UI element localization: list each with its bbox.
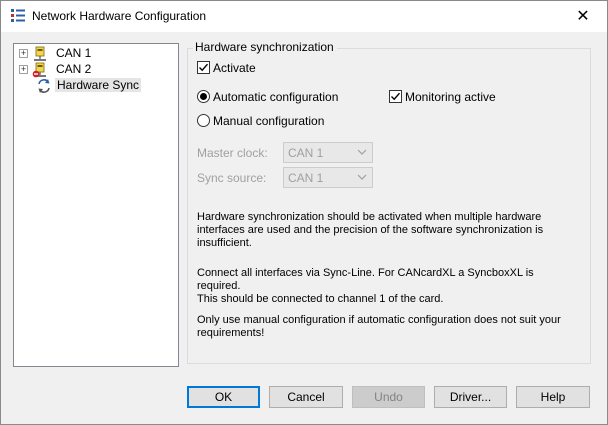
checkmark-icon bbox=[391, 92, 401, 101]
checkmark-icon bbox=[199, 63, 209, 72]
sync-source-value: CAN 1 bbox=[288, 171, 324, 185]
group-title: Hardware synchronization bbox=[193, 40, 337, 54]
monitoring-active-label[interactable]: Monitoring active bbox=[405, 90, 496, 104]
undo-button[interactable]: Undo bbox=[352, 386, 425, 408]
close-icon: ✕ bbox=[576, 8, 590, 25]
dialog-window: Network Hardware Configuration ✕ + CAN 1… bbox=[0, 0, 608, 425]
info-paragraph-1: Hardware synchronization should be activ… bbox=[197, 211, 544, 249]
tree-item-can1[interactable]: CAN 1 bbox=[56, 46, 91, 60]
help-button[interactable]: Help bbox=[516, 386, 590, 408]
master-clock-label: Master clock: bbox=[197, 146, 268, 160]
tree-item-can2[interactable]: CAN 2 bbox=[56, 62, 91, 76]
activate-checkbox[interactable] bbox=[197, 61, 210, 74]
automatic-config-label[interactable]: Automatic configuration bbox=[213, 90, 338, 104]
monitoring-active-checkbox[interactable] bbox=[389, 90, 402, 103]
ok-button[interactable]: OK bbox=[187, 386, 260, 408]
radio-selected-dot bbox=[200, 93, 207, 100]
info-paragraph-3: Only use manual configuration if automat… bbox=[197, 314, 561, 339]
master-clock-select[interactable]: CAN 1 bbox=[283, 142, 373, 163]
window-title: Network Hardware Configuration bbox=[32, 9, 207, 23]
expand-can2-toggle[interactable]: + bbox=[19, 65, 28, 74]
sync-source-label: Sync source: bbox=[197, 171, 267, 185]
can-channel-disconnected-icon bbox=[32, 62, 46, 78]
channel-tree[interactable]: + CAN 1 + CAN 2 Hardware Sync bbox=[13, 43, 179, 367]
network-config-icon bbox=[11, 9, 25, 22]
chevron-down-icon bbox=[357, 149, 367, 155]
activate-label[interactable]: Activate bbox=[213, 61, 256, 75]
automatic-config-radio[interactable] bbox=[197, 90, 210, 103]
manual-config-radio[interactable] bbox=[197, 114, 210, 127]
title-bar: Network Hardware Configuration ✕ bbox=[1, 1, 607, 32]
driver-button[interactable]: Driver... bbox=[434, 386, 507, 408]
close-button[interactable]: ✕ bbox=[563, 1, 603, 31]
tree-item-hardware-sync[interactable]: Hardware Sync bbox=[55, 78, 142, 92]
sync-source-select[interactable]: CAN 1 bbox=[283, 167, 373, 188]
cancel-button[interactable]: Cancel bbox=[269, 386, 343, 408]
sync-icon bbox=[38, 79, 50, 93]
info-paragraph-2: Connect all interfaces via Sync-Line. Fo… bbox=[197, 267, 534, 305]
manual-config-label[interactable]: Manual configuration bbox=[213, 114, 324, 128]
expand-can1-toggle[interactable]: + bbox=[19, 49, 28, 58]
can-channel-icon bbox=[34, 46, 46, 61]
chevron-down-icon bbox=[357, 174, 367, 180]
master-clock-value: CAN 1 bbox=[288, 146, 324, 160]
